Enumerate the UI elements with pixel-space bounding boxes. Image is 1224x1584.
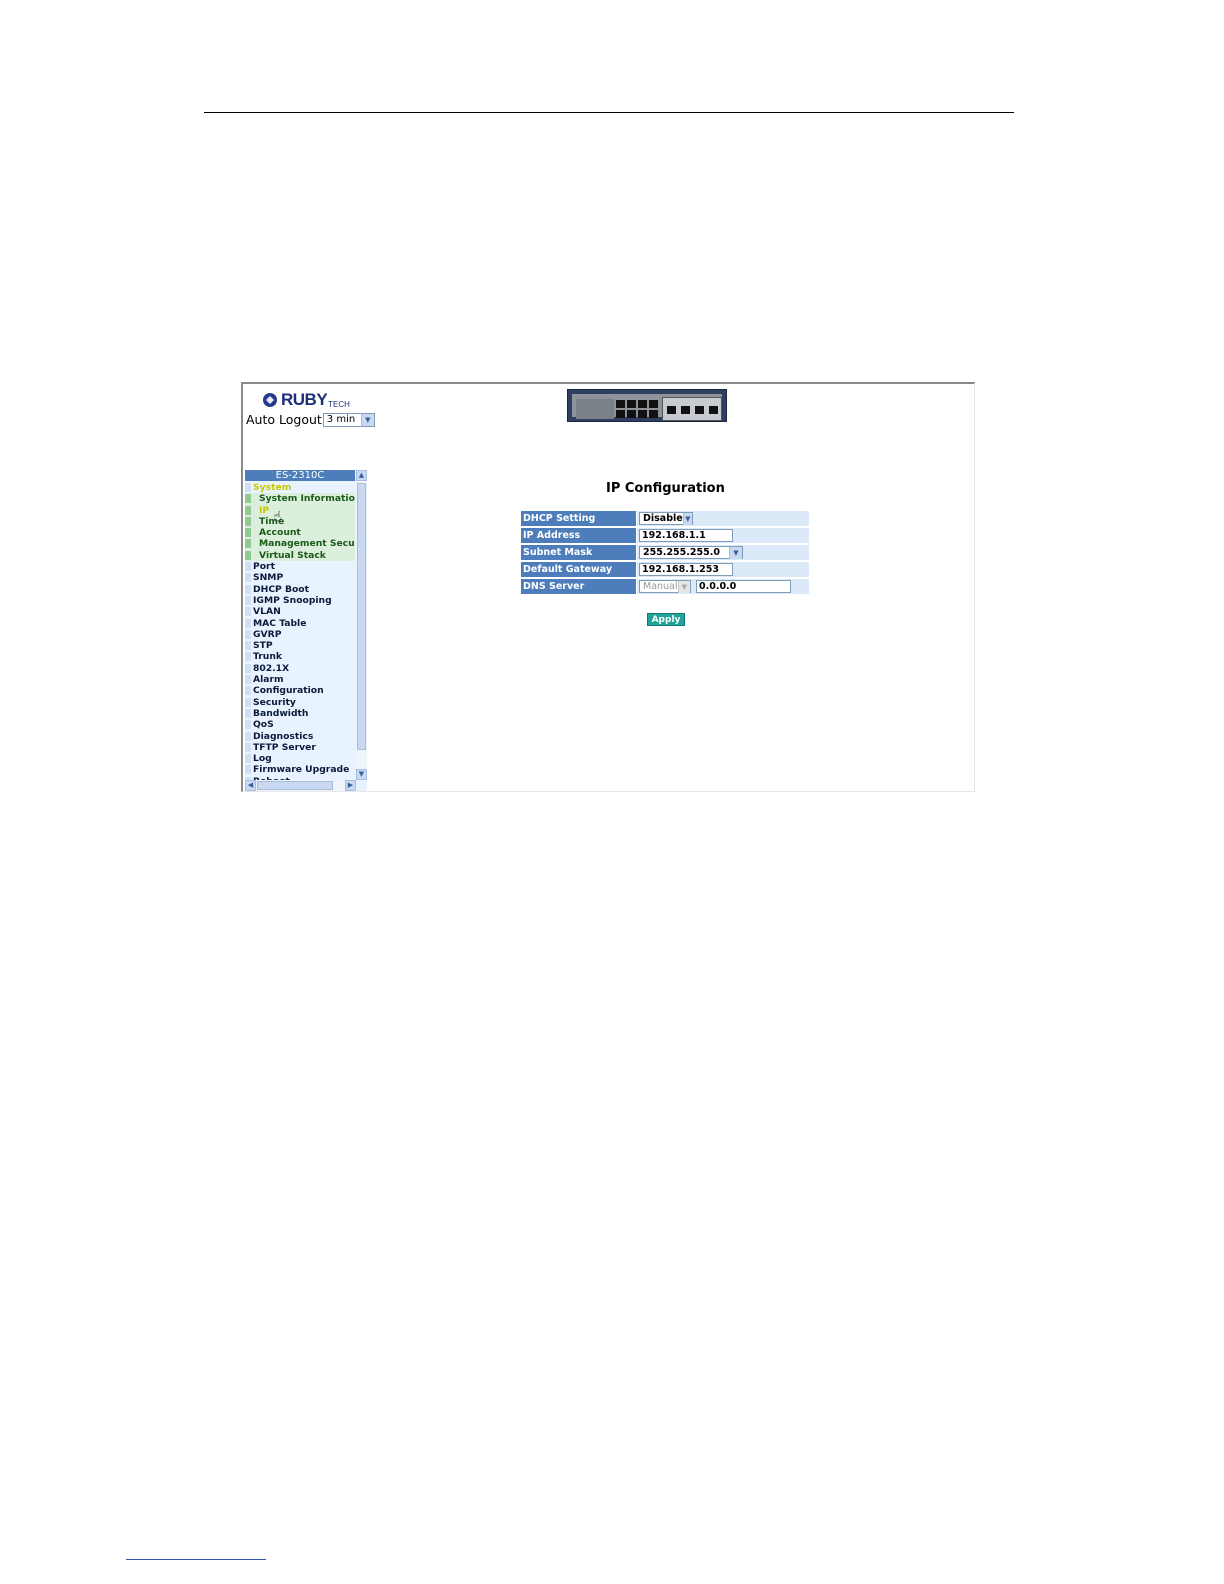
sidebar-item-log[interactable]: Log	[245, 753, 355, 764]
sidebar-item-ip[interactable]: IP	[245, 504, 355, 516]
page-title: IP Configuration	[606, 481, 725, 496]
port-icon	[638, 400, 647, 408]
chevron-down-icon: ▼	[360, 413, 374, 426]
dns-server-input[interactable]: 0.0.0.0	[696, 580, 791, 593]
sidebar-item-port[interactable]: Port	[245, 561, 355, 572]
default-gateway-row: Default Gateway 192.168.1.253	[521, 562, 811, 579]
ip-config-form: DHCP Setting Disable ▼ IP Address 192.16…	[521, 511, 811, 596]
switch-led-panel	[576, 399, 614, 419]
dhcp-setting-label: DHCP Setting	[521, 511, 636, 526]
sidebar-item-time[interactable]: Time	[245, 515, 355, 528]
sidebar-item-igmp-snooping[interactable]: IGMP Snooping	[245, 595, 355, 606]
rubytech-logo-icon	[263, 393, 277, 407]
ip-address-row: IP Address 192.168.1.1	[521, 528, 811, 545]
port-icon	[638, 410, 647, 418]
auto-logout-select[interactable]: 3 min ▼	[322, 412, 375, 427]
port-icon	[649, 400, 658, 408]
nav-device-title: ES-2310C	[245, 470, 355, 481]
sidebar-item-vlan[interactable]: VLAN	[245, 606, 355, 617]
browser-screenshot: RUBY TECH Auto Logout 3 min ▼ ES-2310C S…	[241, 382, 975, 792]
port-icon	[627, 410, 636, 418]
scroll-right-icon[interactable]: ▶	[345, 780, 356, 791]
sidebar-item-management-security[interactable]: Management Security	[245, 538, 355, 550]
auto-logout-value: 3 min	[326, 414, 356, 425]
chevron-down-icon: ▼	[677, 580, 690, 593]
sidebar-nav: ES-2310C System System Information IP Time A…	[245, 470, 367, 791]
uplink-port-icon	[695, 406, 704, 414]
nav-list: System System Information IP Time Account Man…	[245, 482, 355, 787]
scroll-thumb[interactable]	[357, 483, 366, 750]
default-gateway-input[interactable]: 192.168.1.253	[639, 563, 733, 576]
dns-server-row: DNS Server Manual ▼ 0.0.0.0	[521, 579, 811, 596]
switch-uplink-panel	[662, 397, 722, 421]
default-gateway-cell: 192.168.1.253	[637, 562, 809, 577]
uplink-port-icon	[667, 406, 676, 414]
nav-vertical-scrollbar[interactable]: ▲ ▼	[356, 470, 367, 780]
auto-logout-label: Auto Logout	[246, 412, 322, 427]
rubytech-logo: RUBY TECH	[263, 390, 350, 410]
subnet-mask-row: Subnet Mask 255.255.255.0 ▼	[521, 545, 811, 562]
dhcp-setting-cell: Disable ▼	[637, 511, 809, 526]
sidebar-item-tftp-server[interactable]: TFTP Server	[245, 742, 355, 753]
sidebar-item-snmp[interactable]: SNMP	[245, 572, 355, 583]
sidebar-item-firmware-upgrade[interactable]: Firmware Upgrade	[245, 764, 355, 775]
ip-address-label: IP Address	[521, 528, 636, 543]
sidebar-item-system[interactable]: System	[245, 482, 355, 493]
logo-text: RUBY	[281, 390, 328, 409]
dhcp-setting-value: Disable	[643, 513, 683, 524]
scroll-up-icon[interactable]: ▲	[356, 470, 367, 481]
sidebar-item-configuration[interactable]: Configuration	[245, 685, 355, 696]
subnet-mask-cell: 255.255.255.0 ▼	[637, 545, 809, 560]
sidebar-item-qos[interactable]: QoS	[245, 719, 355, 730]
switch-front-panel-image	[567, 389, 727, 422]
switch-chassis	[572, 394, 722, 421]
port-icon	[616, 400, 625, 408]
port-icon	[627, 400, 636, 408]
sidebar-item-security[interactable]: Security	[245, 697, 355, 708]
scroll-down-icon[interactable]: ▼	[356, 769, 367, 780]
footer-link-rule	[126, 1559, 266, 1560]
default-gateway-label: Default Gateway	[521, 562, 636, 577]
subnet-mask-select[interactable]: 255.255.255.0 ▼	[639, 546, 743, 559]
sfp-port-icon	[709, 406, 718, 414]
auto-logout: Auto Logout 3 min ▼	[246, 412, 375, 427]
switch-ports	[616, 400, 658, 418]
dhcp-setting-row: DHCP Setting Disable ▼	[521, 511, 811, 528]
sidebar-item-diagnostics[interactable]: Diagnostics	[245, 731, 355, 742]
hand-pointer-icon: ☝	[273, 509, 282, 525]
nav-horizontal-scrollbar[interactable]: ◀ ▶	[245, 780, 356, 791]
sfp-port-icon	[681, 406, 690, 414]
sidebar-item-bandwidth[interactable]: Bandwidth	[245, 708, 355, 719]
scroll-left-icon[interactable]: ◀	[245, 780, 256, 791]
dhcp-setting-select[interactable]: Disable ▼	[639, 512, 693, 525]
apply-button[interactable]: Apply	[647, 613, 685, 626]
sidebar-item-dhcp-boot[interactable]: DHCP Boot	[245, 584, 355, 595]
page-header-rule	[204, 112, 1014, 113]
scroll-thumb[interactable]	[257, 781, 333, 790]
subnet-mask-value: 255.255.255.0	[643, 547, 720, 558]
port-icon	[649, 410, 658, 418]
ip-address-input[interactable]: 192.168.1.1	[639, 529, 733, 542]
dns-mode-value: Manual	[643, 581, 678, 592]
dns-mode-select[interactable]: Manual ▼	[639, 580, 691, 593]
sidebar-item-mac-table[interactable]: MAC Table	[245, 618, 355, 629]
sidebar-item-gvrp[interactable]: GVRP	[245, 629, 355, 640]
port-icon	[616, 410, 625, 418]
logo-subtext: TECH	[328, 399, 350, 409]
sidebar-item-alarm[interactable]: Alarm	[245, 674, 355, 685]
dns-server-cell: Manual ▼ 0.0.0.0	[637, 579, 809, 594]
sidebar-item-account[interactable]: Account	[245, 527, 355, 539]
chevron-down-icon: ▼	[729, 546, 742, 559]
sidebar-item-802-1x[interactable]: 802.1X	[245, 663, 355, 674]
dns-server-label: DNS Server	[521, 579, 636, 594]
chevron-down-icon: ▼	[682, 512, 692, 525]
sidebar-item-trunk[interactable]: Trunk	[245, 651, 355, 662]
sidebar-item-stp[interactable]: STP	[245, 640, 355, 651]
subnet-mask-label: Subnet Mask	[521, 545, 636, 560]
ip-address-cell: 192.168.1.1	[637, 528, 809, 543]
sidebar-item-virtual-stack[interactable]: Virtual Stack	[245, 549, 355, 562]
sidebar-item-system-information[interactable]: System Information	[245, 493, 355, 505]
